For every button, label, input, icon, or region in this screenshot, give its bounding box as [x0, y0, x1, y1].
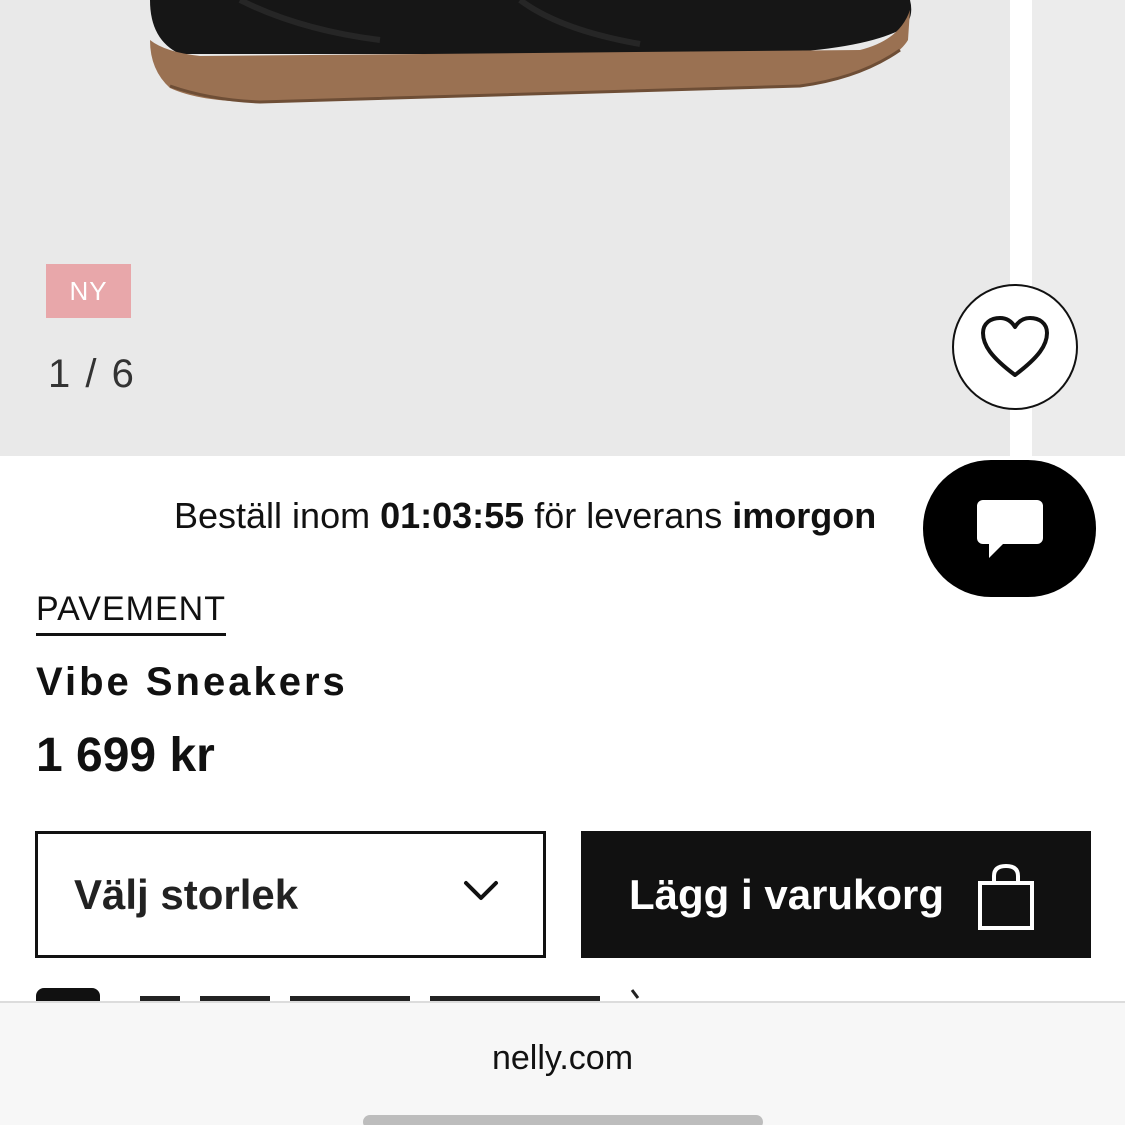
product-title: Vibe Sneakers [36, 660, 348, 704]
brand-link[interactable]: PAVEMENT [36, 590, 226, 636]
browser-bottom-bar: nelly.com [0, 1001, 1125, 1125]
heart-icon [981, 316, 1049, 377]
info-row-text-peek [140, 989, 640, 1002]
image-counter: 1 / 6 [48, 352, 136, 396]
info-row-icon-peek [36, 988, 100, 1002]
product-price: 1 699 kr [36, 729, 215, 782]
delivery-countdown: Beställ inom 01:03:55 för leverans imorg… [174, 495, 929, 537]
shopping-bag-icon [978, 863, 1034, 930]
chevron-down-icon [464, 881, 498, 900]
size-select[interactable]: Välj storlek [35, 831, 546, 958]
delivery-middle: för leverans [524, 495, 733, 536]
add-to-cart-button[interactable]: Lägg i varukorg [581, 831, 1091, 958]
delivery-when: imorgon [732, 495, 877, 536]
chat-button[interactable] [923, 460, 1096, 597]
product-image[interactable]: NY 1 / 6 [0, 0, 1010, 456]
home-indicator[interactable] [363, 1115, 763, 1125]
favorite-button[interactable] [952, 284, 1078, 410]
sneaker-image [150, 0, 912, 104]
address-bar-url[interactable]: nelly.com [0, 1039, 1125, 1078]
delivery-prefix: Beställ inom [174, 495, 381, 536]
product-gallery[interactable]: NY 1 / 6 [0, 0, 1125, 456]
add-to-cart-label: Lägg i varukorg [629, 870, 945, 918]
chat-bubble-icon [976, 499, 1043, 558]
new-badge: NY [46, 264, 131, 318]
delivery-time: 01:03:55 [380, 495, 525, 536]
size-select-label: Välj storlek [74, 870, 299, 918]
